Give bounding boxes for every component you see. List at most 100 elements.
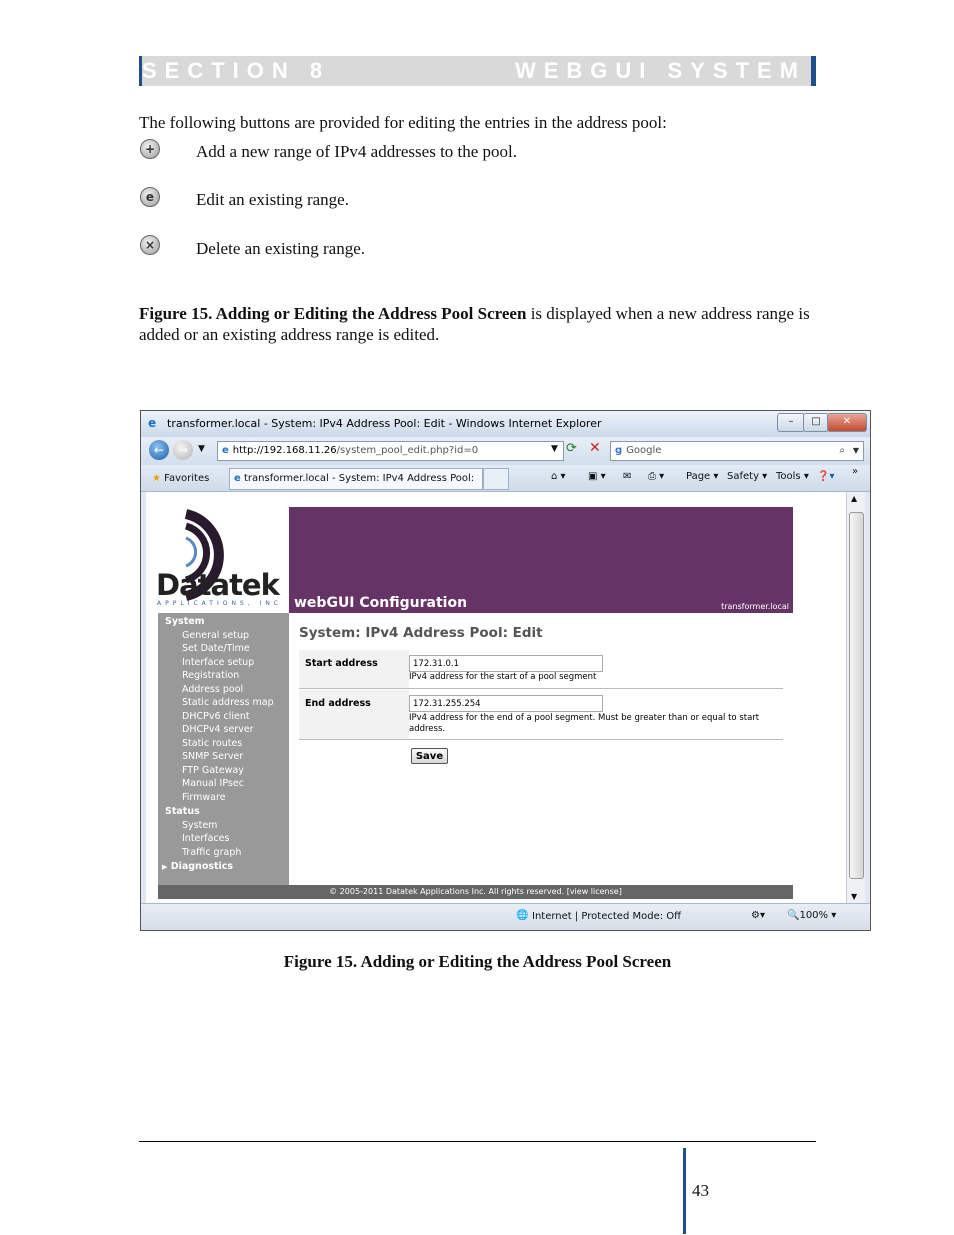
nav-item-dhcpv6-client[interactable]: DHCPv6 client bbox=[182, 711, 250, 722]
end-address-label: End address bbox=[305, 698, 371, 709]
favorites-button[interactable]: ★ Favorites bbox=[147, 468, 214, 490]
star-icon: ★ bbox=[152, 473, 161, 484]
nav-item-static-routes[interactable]: Static routes bbox=[182, 738, 242, 749]
nav-item-traffic-graph[interactable]: Traffic graph bbox=[182, 847, 241, 858]
start-address-input[interactable] bbox=[409, 655, 603, 672]
minimize-button[interactable]: – bbox=[777, 413, 805, 432]
chevron-more-icon[interactable]: » bbox=[852, 466, 858, 477]
footer-divider bbox=[139, 1141, 816, 1142]
start-address-label: Start address bbox=[305, 658, 378, 669]
end-address-row: End address IPv4 address for the end of … bbox=[299, 690, 783, 740]
forward-icon[interactable]: → bbox=[173, 440, 193, 460]
edit-icon: e bbox=[140, 187, 160, 207]
nav-item-manual-ipsec[interactable]: Manual IPsec bbox=[182, 778, 244, 789]
end-address-hint: IPv4 address for the end of a pool segme… bbox=[409, 713, 760, 734]
nav-item-general-setup[interactable]: General setup bbox=[182, 630, 249, 641]
section-title: WEBGUI SYSTEM bbox=[514, 58, 806, 83]
help-icon[interactable]: ❓▾ bbox=[817, 471, 834, 482]
stop-icon[interactable]: ✕ bbox=[589, 440, 601, 456]
browser-title: transformer.local - System: IPv4 Address… bbox=[167, 417, 602, 430]
browser-status-bar: 🌐 Internet | Protected Mode: Off ⚙▾ 🔍100… bbox=[141, 903, 870, 930]
new-tab-button[interactable] bbox=[483, 468, 509, 490]
scroll-up-icon[interactable]: ▲ bbox=[851, 494, 857, 503]
feeds-icon[interactable]: ▣ ▾ bbox=[588, 471, 606, 482]
browser-content: Datatek APPLICATIONS, INC webGUI Configu… bbox=[146, 492, 846, 903]
address-dropdown-icon[interactable]: ▼ bbox=[551, 444, 558, 454]
nav-item-status-system[interactable]: System bbox=[182, 820, 217, 831]
nav-item-ftp-gateway[interactable]: FTP Gateway bbox=[182, 765, 244, 776]
figure-reference-paragraph: Figure 15. Adding or Editing the Address… bbox=[139, 303, 819, 345]
vertical-scrollbar[interactable]: ▲ ▼ bbox=[846, 492, 865, 903]
search-icon[interactable]: ⌕ bbox=[839, 442, 845, 460]
tools-menu[interactable]: Tools ▾ bbox=[776, 471, 809, 482]
start-address-cell: IPv4 address for the start of a pool seg… bbox=[409, 650, 783, 688]
nav-heading-status: Status bbox=[165, 806, 200, 817]
security-zone: Internet | Protected Mode: Off bbox=[532, 911, 682, 922]
nav-item-diagnostics[interactable]: ▶ Diagnostics bbox=[162, 861, 233, 872]
nav-item-interface-setup[interactable]: Interface setup bbox=[182, 657, 254, 668]
figure-caption: Figure 15. Adding or Editing the Address… bbox=[283, 952, 672, 971]
webgui-banner: webGUI Configuration transformer.local bbox=[289, 507, 793, 613]
browser-title-bar: e transformer.local - System: IPv4 Addre… bbox=[141, 411, 870, 437]
start-address-row: Start address IPv4 address for the start… bbox=[299, 650, 783, 689]
google-icon: g bbox=[615, 445, 623, 456]
section-bar-right-accent bbox=[811, 56, 816, 86]
browser-screenshot: e transformer.local - System: IPv4 Addre… bbox=[140, 410, 871, 931]
datatek-logo: Datatek APPLICATIONS, INC bbox=[146, 492, 286, 607]
tab-page-icon: e bbox=[234, 473, 241, 484]
favorites-bar: ★ Favorites e transformer.local - System… bbox=[141, 465, 870, 504]
back-icon[interactable]: ← bbox=[149, 440, 169, 460]
page-number-bar bbox=[683, 1148, 686, 1234]
history-dropdown-icon[interactable]: ▼ bbox=[198, 444, 205, 454]
figure-reference-bold: Figure 15. Adding or Editing the Address… bbox=[139, 304, 527, 323]
nav-item-dhcpv4-server[interactable]: DHCPv4 server bbox=[182, 724, 254, 735]
search-dropdown-icon[interactable]: ▼ bbox=[853, 442, 859, 460]
nav-heading-system: System bbox=[165, 616, 205, 627]
home-icon[interactable]: ⌂ ▾ bbox=[551, 471, 566, 482]
print-icon[interactable]: ⎙ ▾ bbox=[648, 471, 664, 482]
banner-title: webGUI Configuration bbox=[294, 595, 468, 611]
nav-item-snmp-server[interactable]: SNMP Server bbox=[182, 751, 243, 762]
sidebar-nav: System General setup Set Date/Time Inter… bbox=[158, 613, 289, 885]
zoom-control[interactable]: 🔍100% ▾ bbox=[787, 910, 836, 921]
nav-item-static-address-map[interactable]: Static address map bbox=[182, 697, 274, 708]
protected-mode-icon[interactable]: ⚙▾ bbox=[751, 910, 765, 921]
nav-item-registration[interactable]: Registration bbox=[182, 670, 239, 681]
safety-menu[interactable]: Safety ▾ bbox=[727, 471, 767, 482]
mail-icon[interactable]: ✉ bbox=[623, 471, 631, 482]
page-menu[interactable]: Page ▾ bbox=[686, 471, 718, 482]
logo-wordmark: Datatek bbox=[156, 568, 280, 602]
page-icon: e bbox=[222, 445, 229, 456]
search-input[interactable]: g Google ⌕ ▼ bbox=[610, 441, 864, 461]
zoom-icon: 🔍 bbox=[787, 910, 800, 921]
add-icon: + bbox=[140, 139, 160, 159]
end-address-input[interactable] bbox=[409, 695, 603, 712]
start-address-hint: IPv4 address for the start of a pool seg… bbox=[409, 672, 597, 682]
logo-subtitle: APPLICATIONS, INC bbox=[157, 600, 282, 607]
page-footer: © 2005-2011 Datatek Applications Inc. Al… bbox=[158, 885, 793, 899]
ie-logo-icon: e bbox=[148, 416, 157, 430]
close-button[interactable]: ✕ bbox=[827, 413, 867, 432]
expand-arrow-icon: ▶ bbox=[162, 863, 168, 871]
scroll-down-icon[interactable]: ▼ bbox=[851, 892, 857, 901]
intro-paragraph: The following buttons are provided for e… bbox=[139, 113, 667, 132]
edit-description: Edit an existing range. bbox=[196, 190, 349, 209]
address-bar-row: ← → ▼ e http://192.168.11.26/system_pool_… bbox=[141, 437, 870, 465]
scrollbar-thumb[interactable] bbox=[849, 512, 864, 879]
maximize-button[interactable]: □ bbox=[803, 413, 829, 432]
nav-item-address-pool[interactable]: Address pool bbox=[182, 684, 243, 695]
view-license-link[interactable]: [view license] bbox=[567, 887, 622, 896]
nav-item-status-interfaces[interactable]: Interfaces bbox=[182, 833, 229, 844]
nav-item-firmware[interactable]: Firmware bbox=[182, 792, 226, 803]
page-number: 43 bbox=[692, 1181, 709, 1200]
nav-item-set-date-time[interactable]: Set Date/Time bbox=[182, 643, 250, 654]
hostname: transformer.local bbox=[721, 602, 789, 611]
end-address-cell: IPv4 address for the end of a pool segme… bbox=[409, 690, 783, 739]
copyright-text: © 2005-2011 Datatek Applications Inc. Al… bbox=[329, 887, 565, 896]
delete-description: Delete an existing range. bbox=[196, 239, 365, 258]
refresh-icon[interactable]: ⟳ bbox=[566, 441, 577, 456]
address-input[interactable]: e http://192.168.11.26/system_pool_edit.p… bbox=[217, 441, 564, 461]
save-button[interactable]: Save bbox=[411, 748, 448, 764]
browser-tab[interactable]: e transformer.local - System: IPv4 Addre… bbox=[229, 468, 483, 504]
section-number: SECTION 8 bbox=[142, 58, 331, 83]
